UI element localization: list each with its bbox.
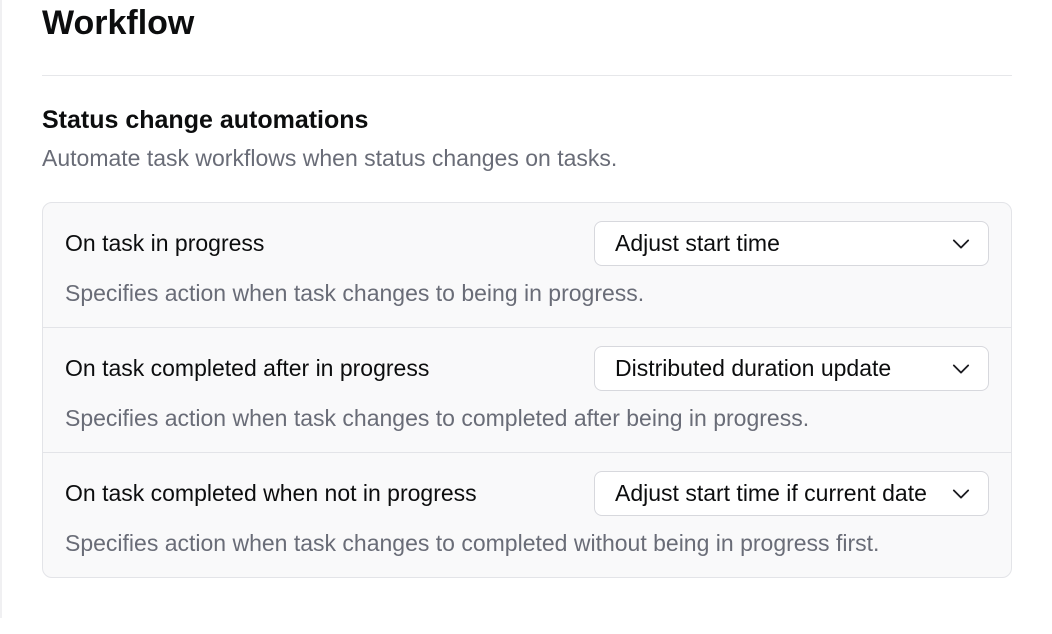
automation-help: Specifies action when task changes to be…: [65, 280, 989, 307]
automation-help: Specifies action when task changes to co…: [65, 405, 989, 432]
automation-label: On task in progress: [65, 230, 264, 257]
automation-label: On task completed when not in progress: [65, 480, 477, 507]
chevron-down-icon: [952, 360, 970, 378]
automation-select-completed-not-in-progress[interactable]: Adjust start time if current date: [594, 471, 989, 516]
select-value: Distributed duration update: [615, 355, 891, 382]
automation-row-completed-not-in-progress: On task completed when not in progress A…: [43, 453, 1011, 577]
automation-select-in-progress[interactable]: Adjust start time: [594, 221, 989, 266]
chevron-down-icon: [952, 235, 970, 253]
automation-select-completed-after[interactable]: Distributed duration update: [594, 346, 989, 391]
automation-row-in-progress: On task in progress Adjust start time Sp…: [43, 203, 1011, 328]
divider: [42, 75, 1012, 76]
section-title: Status change automations: [42, 106, 1012, 135]
automation-label: On task completed after in progress: [65, 355, 429, 382]
select-value: Adjust start time if current date: [615, 480, 927, 507]
automation-card: On task in progress Adjust start time Sp…: [42, 202, 1012, 578]
automation-help: Specifies action when task changes to co…: [65, 530, 989, 557]
automation-row-completed-after: On task completed after in progress Dist…: [43, 328, 1011, 453]
section-description: Automate task workflows when status chan…: [42, 145, 1012, 172]
page-title: Workflow: [42, 0, 1012, 75]
chevron-down-icon: [952, 485, 970, 503]
select-value: Adjust start time: [615, 230, 780, 257]
